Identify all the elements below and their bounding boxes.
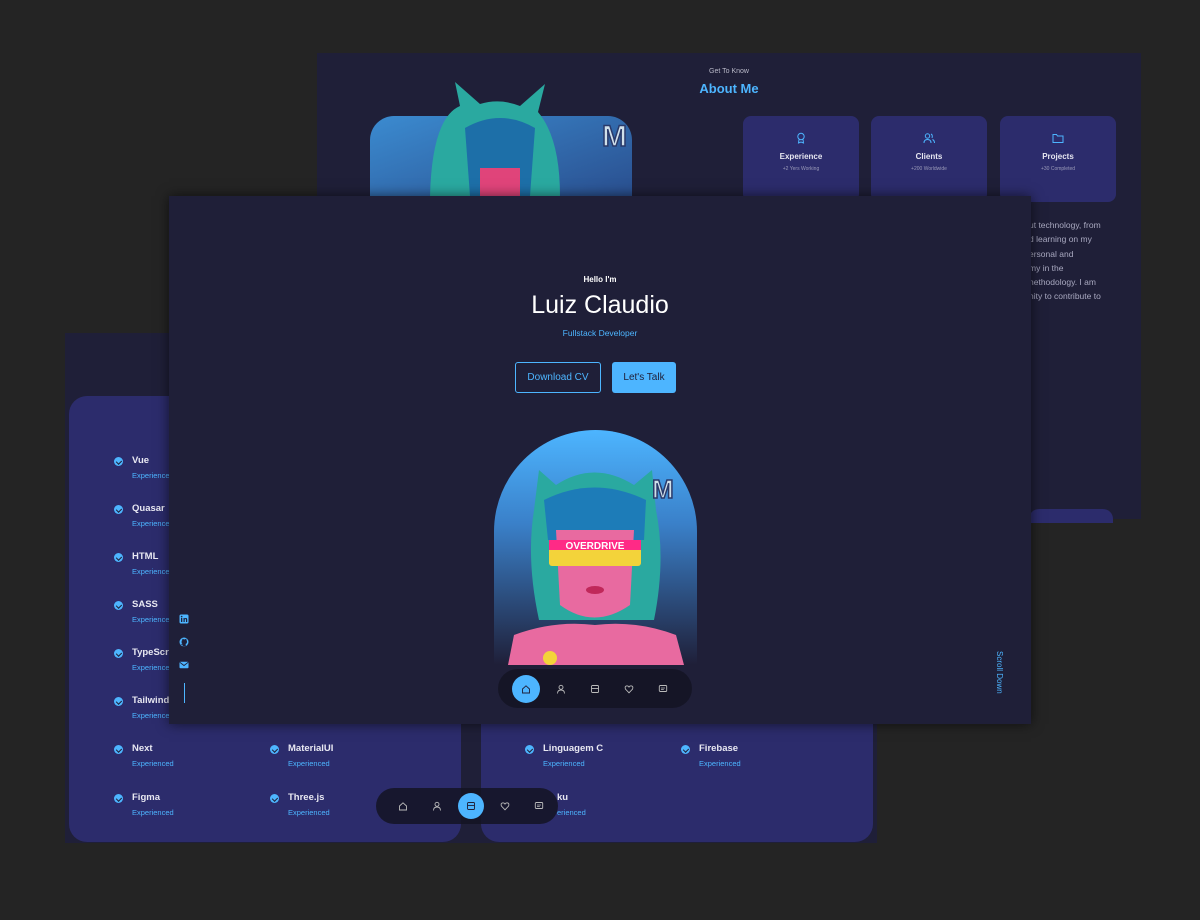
skill-level: Experienced bbox=[132, 759, 174, 768]
projects-card: Projects +30 Completed bbox=[1000, 116, 1116, 202]
scroll-down-link[interactable]: Scroll Down bbox=[995, 651, 1004, 694]
home-icon bbox=[522, 684, 530, 693]
skill-level: Experienced bbox=[132, 519, 174, 528]
projects-title: Projects bbox=[1042, 152, 1074, 161]
about-avatar-image: M bbox=[370, 82, 632, 196]
skill-name: TypeScr bbox=[132, 647, 169, 658]
skill-level: Experienced bbox=[132, 471, 174, 480]
skill-name: ku bbox=[557, 792, 569, 803]
about-title: About Me bbox=[699, 81, 759, 96]
about-text-line: my in the bbox=[1029, 262, 1064, 273]
skill-level: Experienced bbox=[132, 663, 174, 672]
user-icon bbox=[433, 801, 441, 811]
book-icon bbox=[591, 684, 599, 693]
message-icon bbox=[658, 684, 668, 692]
nav-services[interactable] bbox=[616, 676, 642, 702]
nav-contact[interactable] bbox=[650, 676, 676, 702]
skill-level: Experienced bbox=[288, 759, 330, 768]
about-cta-edge bbox=[1029, 509, 1113, 523]
check-icon bbox=[270, 794, 279, 803]
about-paragraph: ut technology, from d learning on my ers… bbox=[1029, 218, 1139, 304]
home-section: Hello I'm Luiz Claudio Fullstack Develop… bbox=[169, 196, 1031, 724]
lets-talk-button[interactable]: Let's Talk bbox=[612, 362, 676, 393]
check-icon bbox=[114, 553, 123, 562]
skill-level: Experienced bbox=[132, 615, 174, 624]
nav-skills[interactable] bbox=[582, 676, 608, 702]
projects-sub: +30 Completed bbox=[1040, 166, 1076, 172]
user-icon bbox=[557, 684, 565, 694]
check-icon bbox=[114, 457, 123, 466]
social-divider bbox=[184, 683, 185, 703]
svg-text:M: M bbox=[652, 474, 674, 504]
check-icon bbox=[114, 794, 123, 803]
folder-icon bbox=[1052, 134, 1064, 143]
hero-name: Luiz Claudio bbox=[531, 291, 669, 319]
skill-name: Three.js bbox=[288, 792, 325, 803]
skill-name: SASS bbox=[132, 599, 158, 610]
social-links bbox=[179, 614, 191, 703]
about-text-line: ersonal and bbox=[1029, 248, 1074, 259]
about-text-line: d learning on my bbox=[1029, 234, 1092, 245]
check-icon bbox=[681, 745, 690, 754]
mail-icon[interactable] bbox=[179, 660, 189, 670]
check-icon bbox=[114, 697, 123, 706]
check-icon bbox=[114, 505, 123, 514]
award-icon bbox=[797, 132, 805, 144]
nav-about[interactable] bbox=[548, 676, 574, 702]
experience-card: Experience +2 Yers Working bbox=[743, 116, 859, 202]
skill-level: Experienced bbox=[132, 567, 174, 576]
nav-about[interactable] bbox=[424, 793, 450, 819]
skill-level: Experienced bbox=[543, 759, 585, 768]
nav-services[interactable] bbox=[492, 793, 518, 819]
experience-title: Experience bbox=[779, 152, 823, 161]
heart-icon bbox=[624, 684, 634, 693]
skill-name: HTML bbox=[132, 551, 159, 562]
skill-name: Tailwind bbox=[132, 695, 170, 706]
svg-text:OVERDRIVE: OVERDRIVE bbox=[566, 541, 625, 552]
skill-name: MaterialUI bbox=[288, 743, 334, 754]
experience-sub: +2 Yers Working bbox=[782, 166, 820, 172]
users-icon bbox=[923, 133, 935, 144]
skill-level: Experienced bbox=[699, 759, 741, 768]
skill-level: Experienced bbox=[288, 808, 330, 817]
message-icon bbox=[534, 802, 544, 809]
nav-contact[interactable] bbox=[526, 793, 552, 819]
skill-name: Linguagem C bbox=[543, 743, 604, 754]
check-icon bbox=[270, 745, 279, 754]
skill-level: erienced bbox=[557, 808, 586, 817]
greeting: Hello I'm bbox=[583, 275, 617, 284]
github-icon[interactable] bbox=[179, 637, 189, 647]
skill-level: Experienced bbox=[132, 808, 174, 817]
skill-name: Figma bbox=[132, 792, 160, 803]
bottom-nav-skills bbox=[376, 788, 558, 824]
about-text-line: nity to contribute to bbox=[1029, 291, 1101, 302]
download-cv-button[interactable]: Download CV bbox=[515, 362, 601, 393]
skill-name: Next bbox=[132, 743, 153, 754]
hero-avatar: OVERDRIVE M bbox=[494, 430, 697, 665]
about-subtitle: Get To Know bbox=[709, 68, 749, 75]
skill-name: Quasar bbox=[132, 503, 165, 514]
hero-role: Fullstack Developer bbox=[562, 328, 638, 338]
check-icon bbox=[114, 601, 123, 610]
home-icon bbox=[399, 802, 407, 811]
skill-name: Firebase bbox=[699, 743, 739, 754]
nav-home[interactable] bbox=[390, 793, 416, 819]
heart-icon bbox=[500, 802, 510, 811]
about-text-line: nethodology. I am bbox=[1029, 277, 1096, 288]
nav-home[interactable] bbox=[512, 674, 540, 703]
check-icon bbox=[114, 745, 123, 754]
clients-card: Clients +200 Worldwide bbox=[871, 116, 987, 202]
bottom-nav-home bbox=[498, 669, 692, 708]
clients-title: Clients bbox=[915, 152, 943, 161]
skill-level: Experienced bbox=[132, 711, 174, 720]
check-icon bbox=[525, 745, 534, 754]
linkedin-icon[interactable] bbox=[179, 614, 189, 624]
about-text-line: ut technology, from bbox=[1029, 220, 1101, 230]
svg-text:M: M bbox=[602, 120, 627, 153]
book-icon bbox=[467, 802, 475, 810]
clients-sub: +200 Worldwide bbox=[911, 166, 947, 172]
check-icon bbox=[114, 649, 123, 658]
nav-skills[interactable] bbox=[458, 793, 484, 819]
skill-name: Vue bbox=[132, 455, 150, 466]
